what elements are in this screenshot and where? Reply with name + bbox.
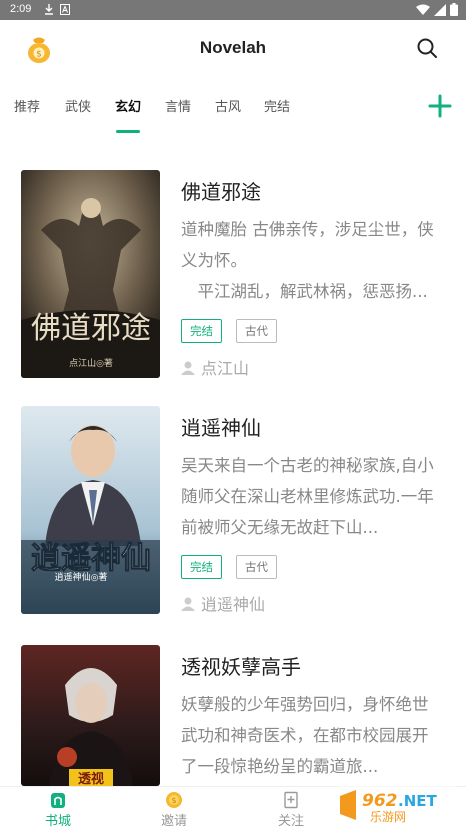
book-item[interactable]: 逍遥神仙 逍遥神仙◎著 逍遥神仙 吴天来自一个古老的神秘家族,自小随师父在深山老… <box>0 406 466 616</box>
cover-author-text: 点江山◎著 <box>69 357 113 369</box>
book-title[interactable]: 逍遥神仙 <box>181 412 261 441</box>
nav-bookstore[interactable]: 书城 <box>18 791 98 829</box>
status-badge: 完结 <box>181 555 222 579</box>
search-icon[interactable] <box>416 37 438 59</box>
book-cover[interactable]: 逍遥神仙 逍遥神仙◎著 <box>21 406 160 614</box>
status-bar: 2:09 <box>0 0 466 20</box>
svg-text:$: $ <box>171 796 176 805</box>
wifi-icon <box>416 4 430 15</box>
author-name: 点江山 <box>201 359 250 378</box>
battery-icon <box>450 3 458 16</box>
cover-title-text: 佛道邪途 <box>31 311 151 346</box>
genre-badge: 古代 <box>236 319 277 343</box>
book-author: 点江山 <box>181 355 249 379</box>
bookmark-icon <box>284 791 298 809</box>
tab-recommend[interactable]: 推荐 <box>14 96 40 115</box>
svg-text:乐游网: 乐游网 <box>370 810 406 824</box>
nav-follow[interactable]: 关注 <box>251 791 331 829</box>
genre-badge: 古代 <box>236 555 277 579</box>
svg-text:.NET: .NET <box>398 792 437 810</box>
book-item[interactable]: 佛道邪途 点江山◎著 佛道邪途 道种魔胎 古佛亲传，涉足尘世，侠义为怀。 平江湖… <box>0 170 466 380</box>
tab-xuanhuan[interactable]: 玄幻 <box>115 96 141 115</box>
plus-icon[interactable] <box>428 94 452 118</box>
book-description: 道种魔胎 古佛亲传，涉足尘世，侠义为怀。 平江湖乱，解武林祸，惩恶扬... <box>181 220 434 301</box>
app-title: Novelah <box>199 38 267 57</box>
author-name: 逍遥神仙 <box>201 595 266 614</box>
status-badge: 完结 <box>181 319 222 343</box>
cover-title-text: 逍遥神仙 <box>31 541 151 576</box>
cover-title-text: 透视 <box>78 771 104 786</box>
signal-icon <box>434 3 446 16</box>
book-title[interactable]: 佛道邪途 <box>181 176 261 205</box>
tab-ancient[interactable]: 古风 <box>215 96 241 115</box>
status-time: 2:09 <box>10 3 32 15</box>
tab-wuxia[interactable]: 武侠 <box>65 96 91 115</box>
active-tab-indicator <box>116 130 140 133</box>
bookstore-icon <box>51 793 65 808</box>
book-cover[interactable]: 透视 <box>21 645 160 786</box>
book-cover[interactable]: 佛道邪途 点江山◎著 <box>21 170 160 378</box>
nav-invite[interactable]: $ 邀请 <box>134 791 214 829</box>
book-description: 妖孽般的少年强势回归，身怀绝世武功和神奇医术，在都市校园展开了一段惊艳纷呈的霸道… <box>181 695 429 776</box>
svg-text:962: 962 <box>362 791 398 811</box>
user-icon <box>181 361 195 375</box>
nav-invite-label: 邀请 <box>160 814 187 829</box>
cover-author-text: 逍遥神仙◎著 <box>55 571 108 583</box>
category-tabs: 推荐 武侠 玄幻 言情 古风 完结 <box>0 90 466 134</box>
site-watermark-logo: 962 .NET 乐游网 <box>334 786 460 824</box>
book-description: 吴天来自一个古老的神秘家族,自小随师父在深山老林里修炼武功.一年前被师父无缘无故… <box>181 456 434 537</box>
book-author: 逍遥神仙 <box>181 591 265 615</box>
nav-follow-label: 关注 <box>277 814 304 829</box>
coin-icon: $ <box>166 792 182 808</box>
a-notification-icon <box>60 4 70 15</box>
book-title[interactable]: 透视妖孽高手 <box>181 651 301 680</box>
download-icon <box>45 4 53 15</box>
user-icon <box>181 597 195 611</box>
app-header: $ Novelah <box>0 20 466 78</box>
tab-completed[interactable]: 完结 <box>264 96 290 115</box>
nav-bookstore-label: 书城 <box>44 814 71 829</box>
tab-romance[interactable]: 言情 <box>165 96 191 115</box>
